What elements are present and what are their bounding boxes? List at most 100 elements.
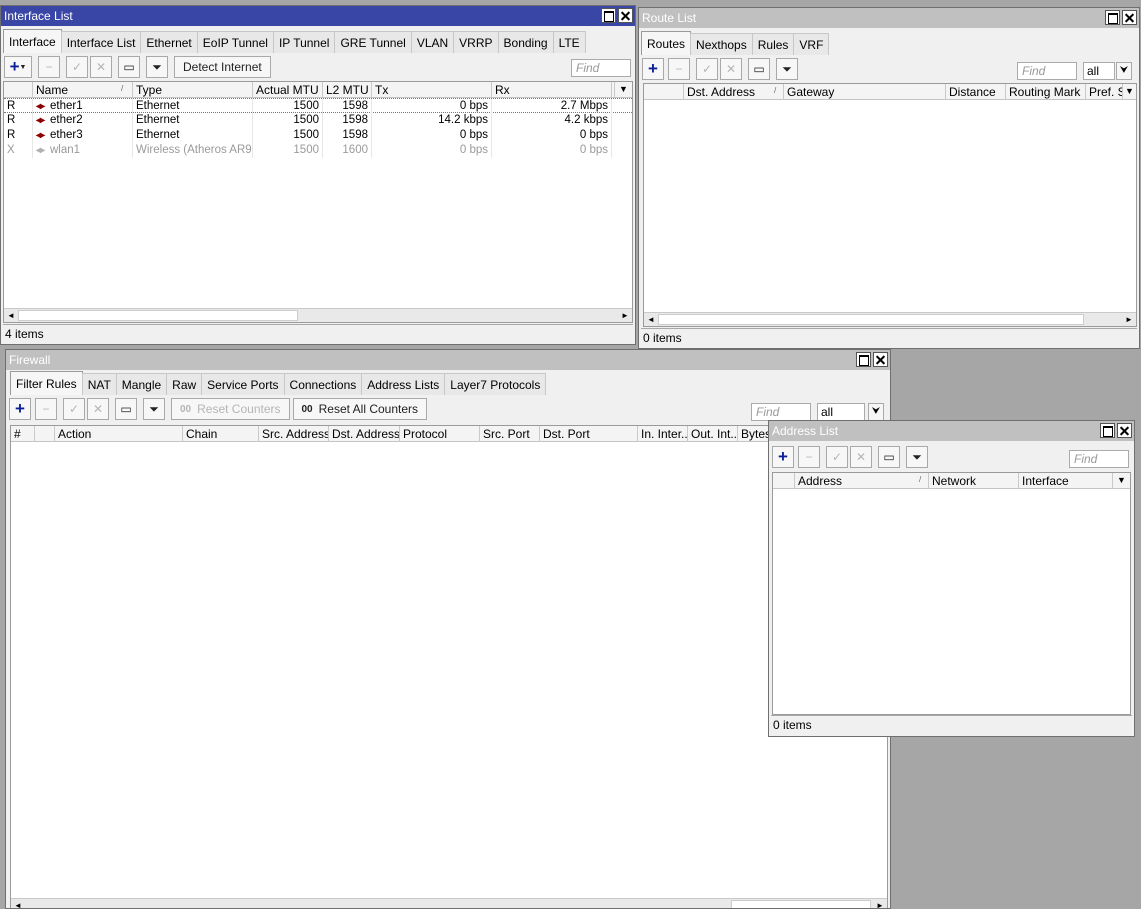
search-input[interactable]: Find	[1017, 62, 1077, 80]
column-actual-mtu[interactable]: Actual MTU	[253, 82, 323, 98]
scroll-right-icon[interactable]: ►	[618, 309, 632, 322]
tab-routes[interactable]: Routes	[641, 31, 692, 55]
search-input[interactable]: Find	[1069, 450, 1129, 468]
maximize-button[interactable]	[1100, 423, 1115, 438]
column-routing-mark[interactable]: Routing Mark	[1006, 84, 1086, 100]
column-dst-address[interactable]: Dst. Address	[329, 426, 400, 442]
tab-bonding[interactable]: Bonding	[497, 31, 554, 53]
scroll-left-icon[interactable]: ◄	[11, 899, 25, 908]
disable-button[interactable]: ✕	[90, 56, 112, 78]
tab-layer7-protocols[interactable]: Layer7 Protocols	[444, 373, 547, 395]
add-menu-button[interactable]: + ▼	[4, 56, 32, 78]
firewall-titlebar[interactable]: Firewall	[6, 350, 890, 370]
scroll-left-icon[interactable]: ◄	[644, 313, 658, 326]
column-tx[interactable]: Tx	[372, 82, 492, 98]
scroll-left-icon[interactable]: ◄	[4, 309, 18, 322]
scroll-right-icon[interactable]: ►	[1122, 313, 1136, 326]
filter-select[interactable]: all	[817, 403, 865, 421]
maximize-button[interactable]	[856, 352, 871, 367]
columns-dropdown[interactable]: ▼	[1112, 473, 1130, 488]
column-src-port[interactable]: Src. Port	[480, 426, 540, 442]
enable-button[interactable]: ✓	[63, 398, 85, 420]
remove-button[interactable]: −	[38, 56, 60, 78]
filter-button[interactable]: ⏷	[146, 56, 168, 78]
column-out-interface[interactable]: Out. Int...	[688, 426, 738, 442]
column-chain[interactable]: Chain	[183, 426, 259, 442]
tab-gre-tunnel[interactable]: GRE Tunnel	[334, 31, 412, 53]
tab-eoip-tunnel[interactable]: EoIP Tunnel	[196, 31, 274, 53]
tab-ethernet[interactable]: Ethernet	[140, 31, 198, 53]
comment-button[interactable]: ▭	[748, 58, 770, 80]
add-button[interactable]: +	[772, 446, 794, 468]
filter-select-arrow[interactable]: ⮟	[1116, 62, 1132, 80]
tab-address-lists[interactable]: Address Lists	[361, 373, 446, 395]
reset-counters-button[interactable]: 00 Reset Counters	[171, 398, 290, 420]
filter-button[interactable]: ⏷	[776, 58, 798, 80]
tab-vrf[interactable]: VRF	[793, 33, 830, 55]
column-protocol[interactable]: Protocol	[400, 426, 480, 442]
remove-button[interactable]: −	[798, 446, 820, 468]
tab-connections[interactable]: Connections	[283, 373, 363, 395]
column-distance[interactable]: Distance	[946, 84, 1006, 100]
column-l2-mtu[interactable]: L2 MTU	[323, 82, 372, 98]
column-action[interactable]: Action	[55, 426, 183, 442]
address-list-titlebar[interactable]: Address List	[769, 421, 1134, 441]
enable-button[interactable]: ✓	[66, 56, 88, 78]
tab-nexthops[interactable]: Nexthops	[690, 33, 753, 55]
columns-dropdown[interactable]: ▼	[614, 82, 632, 97]
scroll-thumb[interactable]	[18, 310, 298, 321]
column-gateway[interactable]: Gateway	[784, 84, 946, 100]
horizontal-scrollbar[interactable]: ◄ ►	[11, 898, 887, 908]
column-name[interactable]: Name	[33, 82, 133, 98]
close-button[interactable]	[618, 8, 633, 23]
comment-button[interactable]: ▭	[118, 56, 140, 78]
tab-interface-list[interactable]: Interface List	[60, 31, 142, 53]
tab-ip-tunnel[interactable]: IP Tunnel	[272, 31, 336, 53]
filter-select[interactable]: all	[1083, 62, 1115, 80]
column-type[interactable]: Type	[133, 82, 253, 98]
disable-button[interactable]: ✕	[87, 398, 109, 420]
column-src-address[interactable]: Src. Address	[259, 426, 329, 442]
table-row[interactable]: R ◂▸ ether3 Ethernet 1500 1598 0 bps 0 bp…	[4, 128, 632, 143]
tab-rules[interactable]: Rules	[751, 33, 795, 55]
search-input[interactable]: Find	[751, 403, 811, 421]
disable-button[interactable]: ✕	[720, 58, 742, 80]
column-address[interactable]: Address	[795, 473, 929, 489]
horizontal-scrollbar[interactable]: ◄ ►	[644, 312, 1136, 326]
table-row[interactable]: R ◂▸ ether2 Ethernet 1500 1598 14.2 kbps …	[4, 113, 632, 128]
route-list-titlebar[interactable]: Route List	[639, 8, 1139, 28]
tab-lte[interactable]: LTE	[552, 31, 586, 53]
close-button[interactable]	[1117, 423, 1132, 438]
comment-button[interactable]: ▭	[878, 446, 900, 468]
add-button[interactable]: +	[9, 398, 31, 420]
comment-button[interactable]: ▭	[115, 398, 137, 420]
maximize-button[interactable]	[601, 8, 616, 23]
reset-all-counters-button[interactable]: 00 Reset All Counters	[292, 398, 428, 420]
tab-vlan[interactable]: VLAN	[410, 31, 455, 53]
column-dst-address[interactable]: Dst. Address	[684, 84, 784, 100]
column-number[interactable]: #	[11, 426, 35, 442]
table-row[interactable]: R ◂▸ ether1 Ethernet 1500 1598 0 bps 2.7 …	[4, 98, 632, 114]
enable-button[interactable]: ✓	[696, 58, 718, 80]
tab-vrrp[interactable]: VRRP	[453, 31, 499, 53]
horizontal-scrollbar[interactable]: ◄ ►	[4, 308, 632, 322]
search-input[interactable]: Find	[571, 59, 631, 77]
remove-button[interactable]: −	[668, 58, 690, 80]
interface-list-titlebar[interactable]: Interface List	[1, 6, 635, 26]
column-network[interactable]: Network	[929, 473, 1019, 489]
column-in-interface[interactable]: In. Inter...	[638, 426, 688, 442]
columns-dropdown[interactable]: ▼	[1122, 84, 1136, 99]
close-button[interactable]	[1122, 10, 1137, 25]
column-dst-port[interactable]: Dst. Port	[540, 426, 638, 442]
tab-nat[interactable]: NAT	[81, 373, 117, 395]
filter-button[interactable]: ⏷	[143, 398, 165, 420]
enable-button[interactable]: ✓	[826, 446, 848, 468]
tab-interface[interactable]: Interface	[3, 29, 62, 53]
column-rx[interactable]: Rx	[492, 82, 612, 98]
scroll-thumb[interactable]	[731, 900, 871, 908]
scroll-thumb[interactable]	[658, 314, 1084, 325]
filter-button[interactable]: ⏷	[906, 446, 928, 468]
remove-button[interactable]: −	[35, 398, 57, 420]
close-button[interactable]	[873, 352, 888, 367]
disable-button[interactable]: ✕	[850, 446, 872, 468]
